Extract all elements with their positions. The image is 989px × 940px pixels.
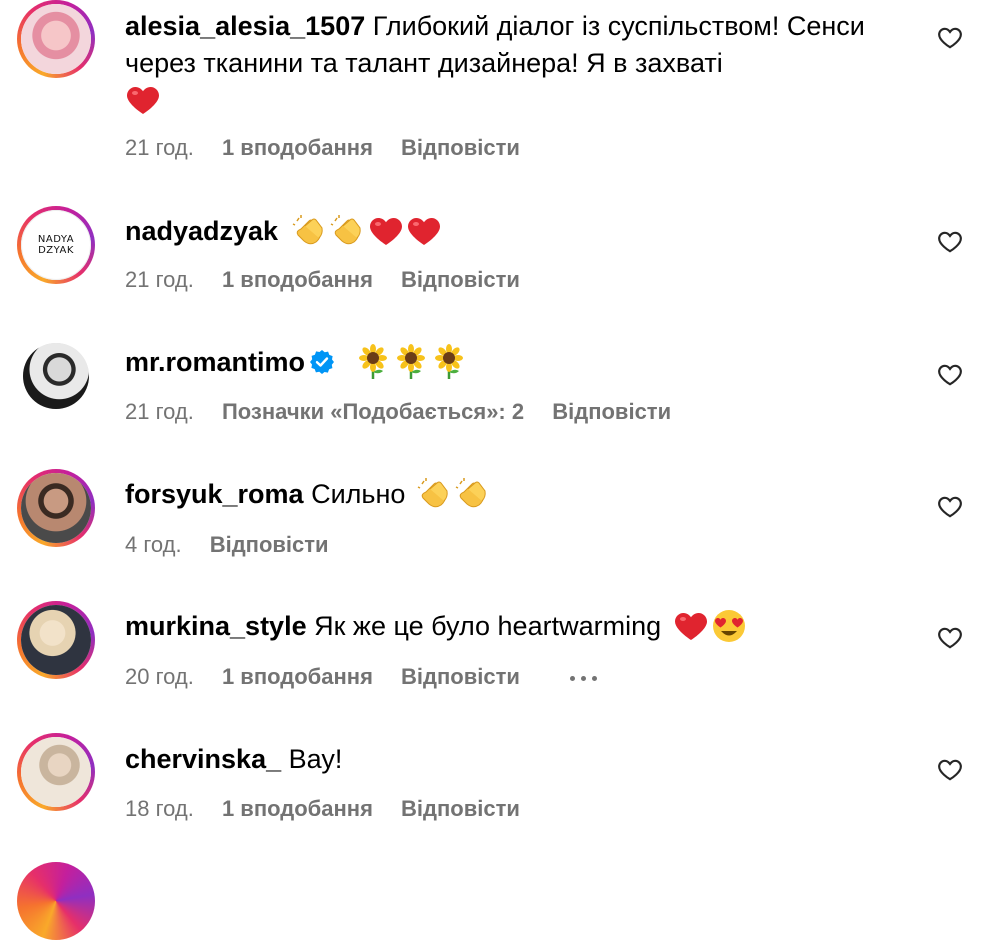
avatar[interactable] xyxy=(17,733,95,811)
avatar-photo xyxy=(21,605,91,675)
comment-time[interactable]: 21 год. xyxy=(125,135,194,160)
reply-button[interactable]: Відповісти xyxy=(401,664,520,689)
more-options-icon[interactable] xyxy=(570,675,598,681)
comment-username[interactable]: forsyuk_roma xyxy=(125,479,304,509)
sunflower-emoji xyxy=(393,344,429,380)
comment-likes[interactable]: 1 вподобання xyxy=(222,267,373,292)
avatar[interactable] xyxy=(17,0,95,78)
avatar-photo xyxy=(21,4,91,74)
comment-likes[interactable]: 1 вподобання xyxy=(222,664,373,689)
clapping-hands-emoji xyxy=(292,213,328,249)
comment-body: murkina_style Як же це було heartwarming xyxy=(125,608,895,645)
avatar-photo xyxy=(21,737,91,807)
red-heart-emoji xyxy=(368,213,404,249)
comment-username[interactable]: mr.romantimo xyxy=(125,347,305,377)
heart-eyes-emoji xyxy=(711,608,747,644)
red-heart-emoji xyxy=(406,213,442,249)
reply-button[interactable]: Відповісти xyxy=(210,532,329,557)
comment-body: nadyadzyak xyxy=(125,213,895,250)
comment-time[interactable]: 4 год. xyxy=(125,532,182,557)
heart-outline-icon[interactable] xyxy=(936,229,964,255)
avatar[interactable] xyxy=(23,343,89,409)
heart-outline-icon[interactable] xyxy=(936,625,964,651)
comment-text: Як же це було heartwarming xyxy=(314,611,662,641)
clapping-hands-emoji xyxy=(455,476,491,512)
red-heart-emoji xyxy=(673,608,709,644)
comment-item: alesia_alesia_1507 Глибокий діалог із су… xyxy=(0,0,989,190)
reply-button[interactable]: Відповісти xyxy=(552,399,671,424)
avatar-photo: NADYA DZYAK xyxy=(21,210,91,280)
avatar-photo xyxy=(21,473,91,543)
comment-username[interactable]: alesia_alesia_1507 xyxy=(125,11,365,41)
comment-item: murkina_style Як же це було heartwarming… xyxy=(0,601,989,711)
comment-username[interactable]: chervinska_ xyxy=(125,744,281,774)
comment-time[interactable]: 21 год. xyxy=(125,399,194,424)
verified-badge-icon xyxy=(309,349,335,375)
reply-button[interactable]: Відповісти xyxy=(401,135,520,160)
comment-meta: 21 год. 1 вподобання Відповісти xyxy=(125,135,542,161)
comment-username[interactable]: nadyadzyak xyxy=(125,216,278,246)
comment-text: Вау! xyxy=(288,744,343,774)
comment-body: forsyuk_roma Сильно xyxy=(125,476,895,513)
comment-text: Сильно xyxy=(311,479,406,509)
sunflower-emoji xyxy=(431,344,467,380)
comment-meta: 18 год. 1 вподобання Відповісти xyxy=(125,796,542,822)
comment-time[interactable]: 21 год. xyxy=(125,267,194,292)
comment-time[interactable]: 18 год. xyxy=(125,796,194,821)
comment-meta: 4 год. Відповісти xyxy=(125,532,351,558)
comment-meta: 21 год. Позначки «Подобається»: 2 Відпов… xyxy=(125,399,693,425)
reply-button[interactable]: Відповісти xyxy=(401,267,520,292)
reply-button[interactable]: Відповісти xyxy=(401,796,520,821)
avatar[interactable] xyxy=(17,862,95,940)
comment-likes[interactable]: 1 вподобання xyxy=(222,135,373,160)
comment-body: mr.romantimo xyxy=(125,344,895,381)
clapping-hands-emoji xyxy=(330,213,366,249)
heart-outline-icon[interactable] xyxy=(936,757,964,783)
comment-likes[interactable]: Позначки «Подобається»: 2 xyxy=(222,399,524,424)
comment-meta: 21 год. 1 вподобання Відповісти xyxy=(125,267,542,293)
avatar[interactable]: NADYA DZYAK xyxy=(17,206,95,284)
avatar[interactable] xyxy=(17,469,95,547)
comment-item: forsyuk_roma Сильно 4 год. Відповісти xyxy=(0,469,989,579)
comment-time[interactable]: 20 год. xyxy=(125,664,194,689)
clapping-hands-emoji xyxy=(417,476,453,512)
avatar[interactable] xyxy=(17,601,95,679)
comment-item: mr.romantimo 21 год. Позначки «Подобаєть… xyxy=(0,338,989,448)
avatar-brand-text: NADYA DZYAK xyxy=(37,234,75,256)
comment-item: NADYA DZYAK nadyadzyak 21 год. 1 вподоба… xyxy=(0,203,989,313)
comment-likes[interactable]: 1 вподобання xyxy=(222,796,373,821)
comment-item: chervinska_ Вау! 18 год. 1 вподобання Ві… xyxy=(0,733,989,843)
comment-username[interactable]: murkina_style xyxy=(125,611,307,641)
sunflower-emoji xyxy=(355,344,391,380)
red-heart-emoji xyxy=(125,82,161,118)
heart-outline-icon[interactable] xyxy=(936,362,964,388)
comment-body: chervinska_ Вау! xyxy=(125,741,895,778)
comment-body: alesia_alesia_1507 Глибокий діалог із су… xyxy=(125,8,895,119)
heart-outline-icon[interactable] xyxy=(936,25,964,51)
avatar-photo xyxy=(23,343,89,409)
heart-outline-icon[interactable] xyxy=(936,494,964,520)
comment-meta: 20 год. 1 вподобання Відповісти xyxy=(125,664,619,690)
